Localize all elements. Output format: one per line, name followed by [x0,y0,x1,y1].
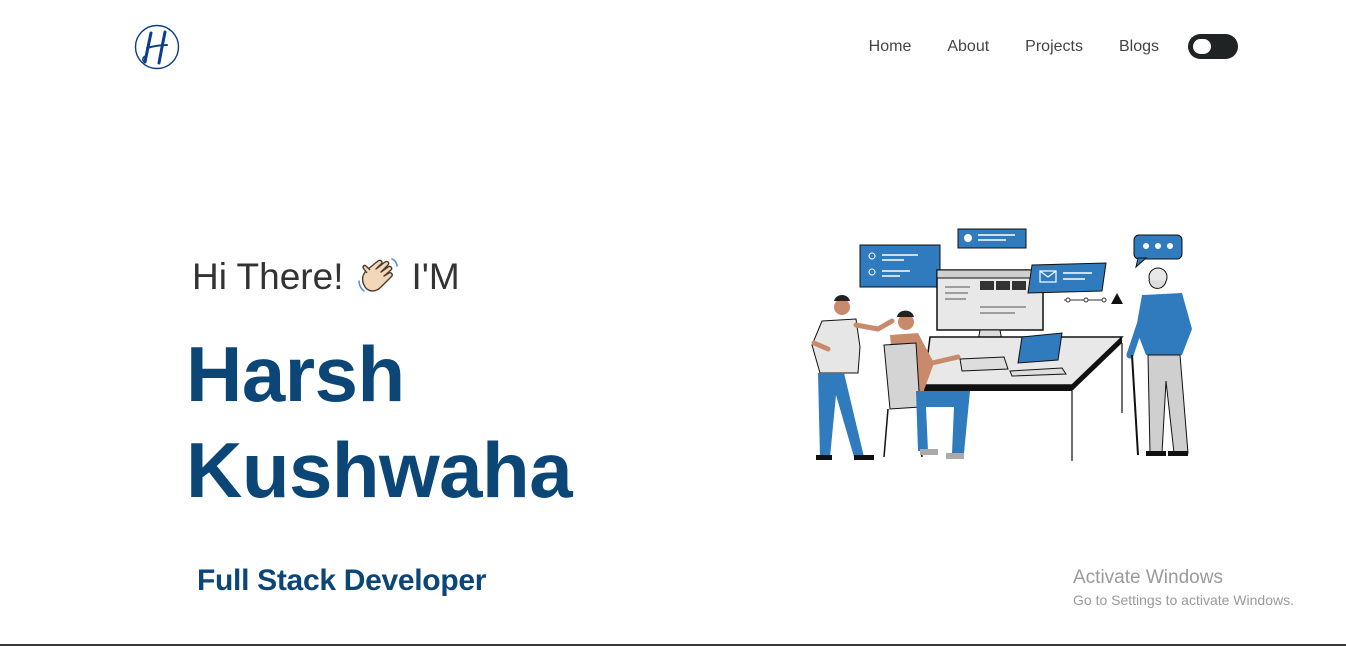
watermark-title: Activate Windows [1073,567,1223,588]
first-name: Harsh [186,330,405,418]
waving-hand-icon [356,255,400,299]
watermark-subtitle: Go to Settings to activate Windows. [1073,592,1294,608]
toggle-knob [1193,39,1211,54]
main-nav: Home About Projects Blogs [869,34,1238,59]
last-name: Kushwaha [186,426,573,514]
logo-icon [134,24,180,70]
nav-about[interactable]: About [947,37,989,57]
greeting-text: Hi There! [192,256,344,297]
hero-greeting: Hi There! I'M [192,255,460,299]
greeting-im: I'M [411,256,460,297]
nav-projects[interactable]: Projects [1025,37,1083,57]
theme-toggle[interactable] [1188,34,1238,59]
developers-at-desk-illustration [811,228,1192,461]
nav-home[interactable]: Home [869,37,912,57]
site-logo[interactable] [134,24,180,70]
hero-role: Full Stack Developer [197,564,487,597]
hero-illustration [800,225,1200,465]
nav-blogs[interactable]: Blogs [1119,37,1159,57]
windows-activation-watermark: Activate Windows Go to Settings to activ… [1073,567,1294,611]
hero-name: Harsh Kushwaha [186,326,573,518]
